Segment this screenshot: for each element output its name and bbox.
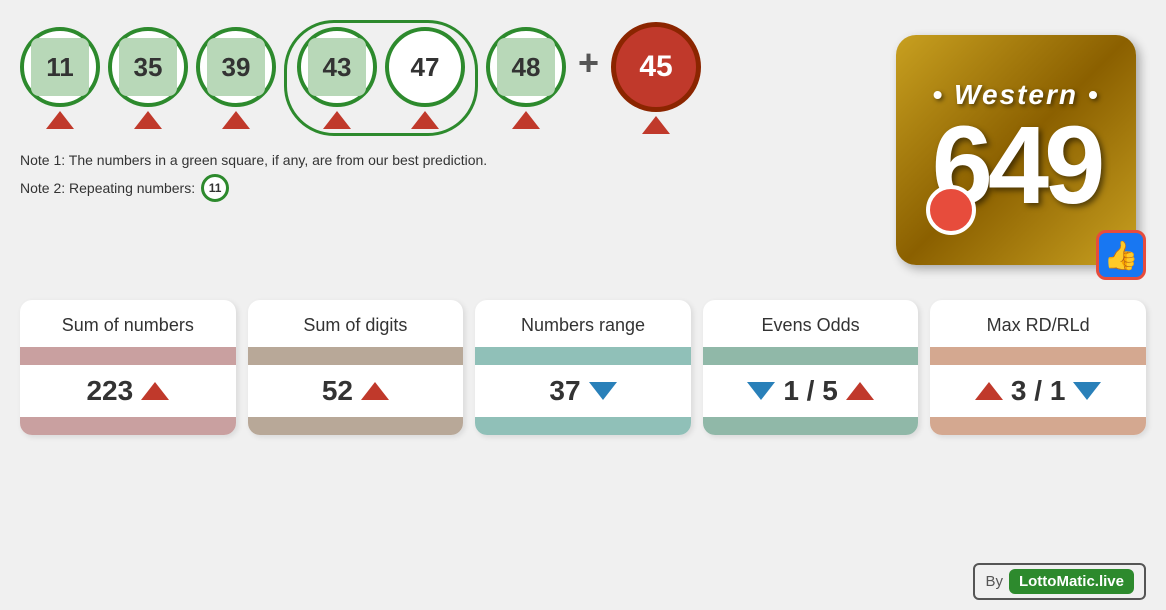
ball-43: 43 — [297, 27, 377, 107]
ball-wrapper-39: 39 — [196, 27, 276, 129]
stat-number-numbers-range: 37 — [549, 375, 580, 407]
stat-title-numbers-range: Numbers range — [475, 300, 691, 347]
stat-title-max-rd: Max RD/RLd — [930, 300, 1146, 347]
stat-bar-bottom-evens-odds — [703, 417, 919, 435]
ball-wrapper-35: 35 — [108, 27, 188, 129]
stat-title-sum-digits: Sum of digits — [248, 300, 464, 347]
stat-bar-top-evens-odds — [703, 347, 919, 365]
ball-inner-39: 39 — [207, 38, 265, 96]
note1-text: Note 1: The numbers in a green square, i… — [20, 152, 487, 168]
ball-45-number: 45 — [639, 50, 672, 84]
arrow-up-47 — [411, 111, 439, 129]
notes-section: Note 1: The numbers in a green square, i… — [20, 152, 886, 208]
stat-bar-top-sum-numbers — [20, 347, 236, 365]
arrow-up-sum-digits — [361, 382, 389, 400]
rect-group: 43 47 — [284, 20, 478, 136]
ball-inner-43: 43 — [308, 38, 366, 96]
stat-bar-top-sum-digits — [248, 347, 464, 365]
footer-box: By LottoMatic.live — [973, 563, 1146, 600]
note2-text: Note 2: Repeating numbers: — [20, 180, 195, 196]
ball-47: 47 — [385, 27, 465, 107]
repeating-number: 11 — [209, 181, 222, 195]
thumbs-up-badge[interactable]: 👍 — [1096, 230, 1146, 280]
stat-bar-bottom-max-rd — [930, 417, 1146, 435]
arrow-up-39 — [222, 111, 250, 129]
ball-11: 11 — [20, 27, 100, 107]
main-container: 11 35 39 — [0, 0, 1166, 610]
arrow-up-48 — [512, 111, 540, 129]
top-section: 11 35 39 — [20, 20, 1146, 280]
arrow-up-max-rd — [975, 382, 1003, 400]
footer: By LottoMatic.live — [973, 563, 1146, 600]
ball-wrapper-11: 11 — [20, 27, 100, 129]
arrow-up-11 — [46, 111, 74, 129]
stat-value-sum-numbers: 223 — [20, 365, 236, 417]
arrow-up-45 — [642, 116, 670, 134]
repeating-badge: 11 — [201, 174, 229, 202]
ball-45-bonus: 45 — [611, 22, 701, 112]
balls-row: 11 35 39 — [20, 20, 886, 136]
stat-number-sum-digits: 52 — [322, 375, 353, 407]
stat-card-sum-numbers: Sum of numbers 223 — [20, 300, 236, 435]
ball-35: 35 — [108, 27, 188, 107]
arrow-up-odds — [846, 382, 874, 400]
footer-by-text: By — [985, 573, 1003, 590]
ball-39: 39 — [196, 27, 276, 107]
note1-line: Note 1: The numbers in a green square, i… — [20, 152, 886, 168]
stat-bar-bottom-numbers-range — [475, 417, 691, 435]
stat-value-sum-digits: 52 — [248, 365, 464, 417]
stat-title-evens-odds: Evens Odds — [703, 300, 919, 347]
arrow-down-evens — [747, 382, 775, 400]
plus-sign: + — [578, 42, 599, 114]
stat-bar-bottom-sum-numbers — [20, 417, 236, 435]
arrow-up-35 — [134, 111, 162, 129]
stat-title-sum-numbers: Sum of numbers — [20, 300, 236, 347]
logo-area: Western 649 👍 — [886, 20, 1146, 280]
arrow-up-sum-numbers — [141, 382, 169, 400]
stat-value-max-rd: 3 / 1 — [930, 365, 1146, 417]
stat-number-max-rd: 3 / 1 — [1011, 375, 1065, 407]
ball-inner-35: 35 — [119, 38, 177, 96]
stat-number-sum-numbers: 223 — [86, 375, 133, 407]
stat-bar-top-numbers-range — [475, 347, 691, 365]
balls-section: 11 35 39 — [20, 20, 886, 220]
stat-card-sum-digits: Sum of digits 52 — [248, 300, 464, 435]
stat-value-numbers-range: 37 — [475, 365, 691, 417]
ball-wrapper-48: 48 — [486, 27, 566, 129]
stat-card-evens-odds: Evens Odds 1 / 5 — [703, 300, 919, 435]
ball-inner-11: 11 — [31, 38, 89, 96]
stats-section: Sum of numbers 223 Sum of digits 52 Numb… — [20, 300, 1146, 435]
arrow-down-max-rd — [1073, 382, 1101, 400]
stat-value-evens-odds: 1 / 5 — [703, 365, 919, 417]
ball-wrapper-43: 43 — [297, 27, 377, 129]
footer-brand[interactable]: LottoMatic.live — [1009, 569, 1134, 594]
stat-card-numbers-range: Numbers range 37 — [475, 300, 691, 435]
ball-wrapper-45: 45 — [611, 22, 701, 134]
ball-inner-48: 48 — [497, 38, 555, 96]
stat-number-evens-odds: 1 / 5 — [783, 375, 837, 407]
stat-bar-top-max-rd — [930, 347, 1146, 365]
ball-48: 48 — [486, 27, 566, 107]
thumbs-up-icon: 👍 — [1104, 239, 1139, 272]
arrow-down-numbers-range — [589, 382, 617, 400]
arrow-up-43 — [323, 111, 351, 129]
stat-bar-bottom-sum-digits — [248, 417, 464, 435]
note2-line: Note 2: Repeating numbers: 11 — [20, 174, 886, 202]
western-logo-dot — [926, 185, 976, 235]
ball-wrapper-47: 47 — [385, 27, 465, 129]
stat-card-max-rd: Max RD/RLd 3 / 1 — [930, 300, 1146, 435]
